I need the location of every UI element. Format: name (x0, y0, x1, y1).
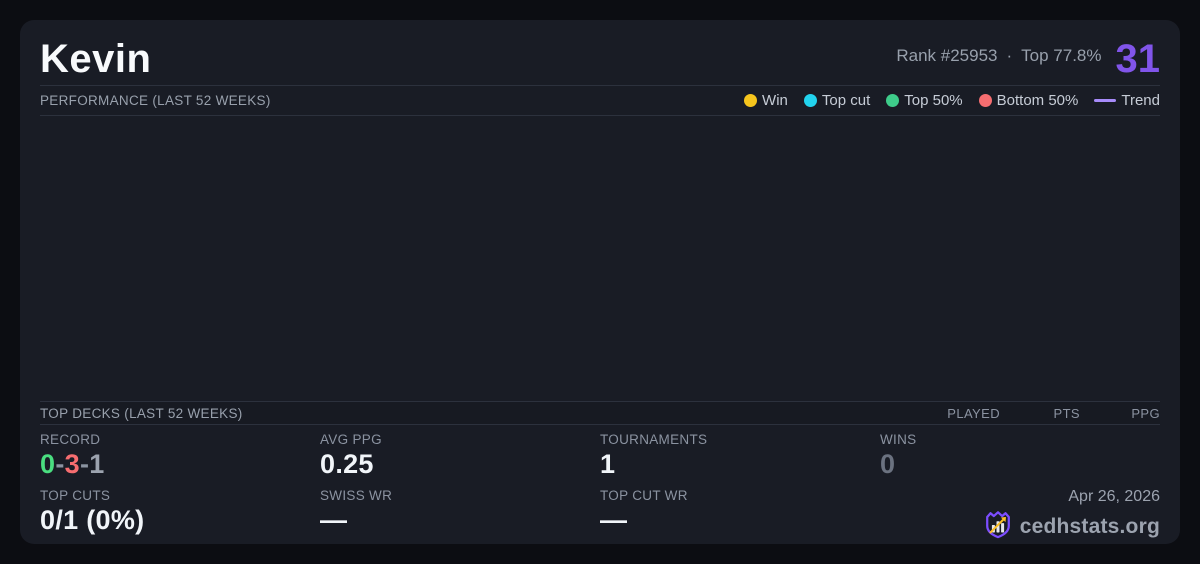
column-header-played: PLAYED (947, 405, 1000, 421)
rank-line: Rank #25953 · Top 77.8% (896, 46, 1101, 72)
stat-value-record: 0-3-1 (40, 449, 320, 480)
legend-item-bottom50: Bottom 50% (978, 92, 1079, 109)
brand-row[interactable]: cedhstats.org (983, 509, 1160, 544)
stat-wins: WINS 0 (880, 432, 1160, 488)
legend-label: Top cut (821, 92, 871, 109)
stat-value-tournaments: 1 (600, 449, 616, 479)
stat-value-avg-ppg: 0.25 (320, 449, 374, 479)
player-score: 31 (1115, 37, 1161, 81)
cedhstats-shield-logo-icon (983, 509, 1013, 544)
stat-label-top-cut-wr: TOP CUT WR (600, 488, 688, 503)
stat-label-top-cuts: TOP CUTS (40, 488, 111, 503)
stat-label-wins: WINS (880, 432, 917, 447)
chart-legend: Win Top cut Top 50% Bottom 50% Trend (744, 92, 1160, 109)
stat-label-avg-ppg: AVG PPG (320, 432, 382, 447)
stat-value-top-cuts: 0/1 (0%) (40, 505, 145, 535)
top-decks-title: TOP DECKS (LAST 52 WEEKS) (40, 405, 243, 421)
legend-label: Trend (1121, 92, 1160, 109)
stat-top-cuts: TOP CUTS 0/1 (0%) (40, 488, 320, 544)
stats-grid: RECORD 0-3-1 AVG PPG 0.25 TOURNAMENTS 1 … (40, 425, 1160, 544)
legend-item-win: Win (744, 92, 788, 109)
column-header-pts: PTS (1053, 405, 1080, 421)
stat-label-record: RECORD (40, 432, 101, 447)
generated-date: Apr 26, 2026 (1068, 488, 1160, 505)
brand-name: cedhstats.org (1019, 514, 1160, 538)
stat-swiss-wr: SWISS WR — (320, 488, 600, 544)
rank-separator: · (1006, 46, 1013, 65)
stat-tournaments: TOURNAMENTS 1 (600, 432, 880, 488)
legend-item-topcut: Top cut (803, 92, 871, 109)
performance-title: PERFORMANCE (LAST 52 WEEKS) (40, 93, 271, 108)
legend-label: Top 50% (904, 92, 963, 109)
player-name: Kevin (40, 37, 152, 81)
performance-chart (40, 116, 1160, 401)
stat-record: RECORD 0-3-1 (40, 432, 320, 488)
stat-label-swiss-wr: SWISS WR (320, 488, 393, 503)
legend-item-trend: Trend (1094, 92, 1160, 109)
column-header-ppg: PPG (1131, 405, 1160, 421)
trend-line-icon (1094, 99, 1117, 102)
stat-label-tournaments: TOURNAMENTS (600, 432, 708, 447)
top-percent-text: Top 77.8% (1021, 46, 1102, 65)
record-wins: 0 (40, 449, 56, 479)
legend-label: Bottom 50% (996, 92, 1079, 109)
top50-dot-icon (886, 94, 900, 107)
legend-item-top50: Top 50% (886, 92, 963, 109)
stat-top-cut-wr: TOP CUT WR — (600, 488, 880, 544)
record-losses: 3 (64, 449, 80, 479)
header-right: Rank #25953 · Top 77.8% 31 (896, 39, 1160, 79)
rank-text: Rank #25953 (896, 46, 998, 65)
stat-value-wins: 0 (880, 449, 896, 479)
footer-cell: Apr 26, 2026 cedhstats.org (880, 488, 1160, 544)
card-header: Kevin Rank #25953 · Top 77.8% 31 (40, 20, 1160, 86)
stat-value-swiss-wr: — (320, 505, 348, 535)
stat-avg-ppg: AVG PPG 0.25 (320, 432, 600, 488)
legend-label: Win (762, 92, 788, 109)
record-separator: - (55, 449, 65, 479)
stat-value-top-cut-wr: — (600, 505, 628, 535)
performance-header-row: PERFORMANCE (LAST 52 WEEKS) Win Top cut … (40, 86, 1160, 116)
topcut-dot-icon (803, 94, 817, 107)
record-separator: - (79, 449, 90, 479)
bottom50-dot-icon (978, 94, 992, 107)
win-dot-icon (744, 94, 758, 107)
record-draws: 1 (89, 449, 105, 479)
top-decks-columns: PLAYED PTS PPG (920, 406, 1160, 421)
top-decks-header-row: TOP DECKS (LAST 52 WEEKS) PLAYED PTS PPG (40, 401, 1160, 425)
player-stats-card: Kevin Rank #25953 · Top 77.8% 31 PERFORM… (20, 20, 1180, 544)
